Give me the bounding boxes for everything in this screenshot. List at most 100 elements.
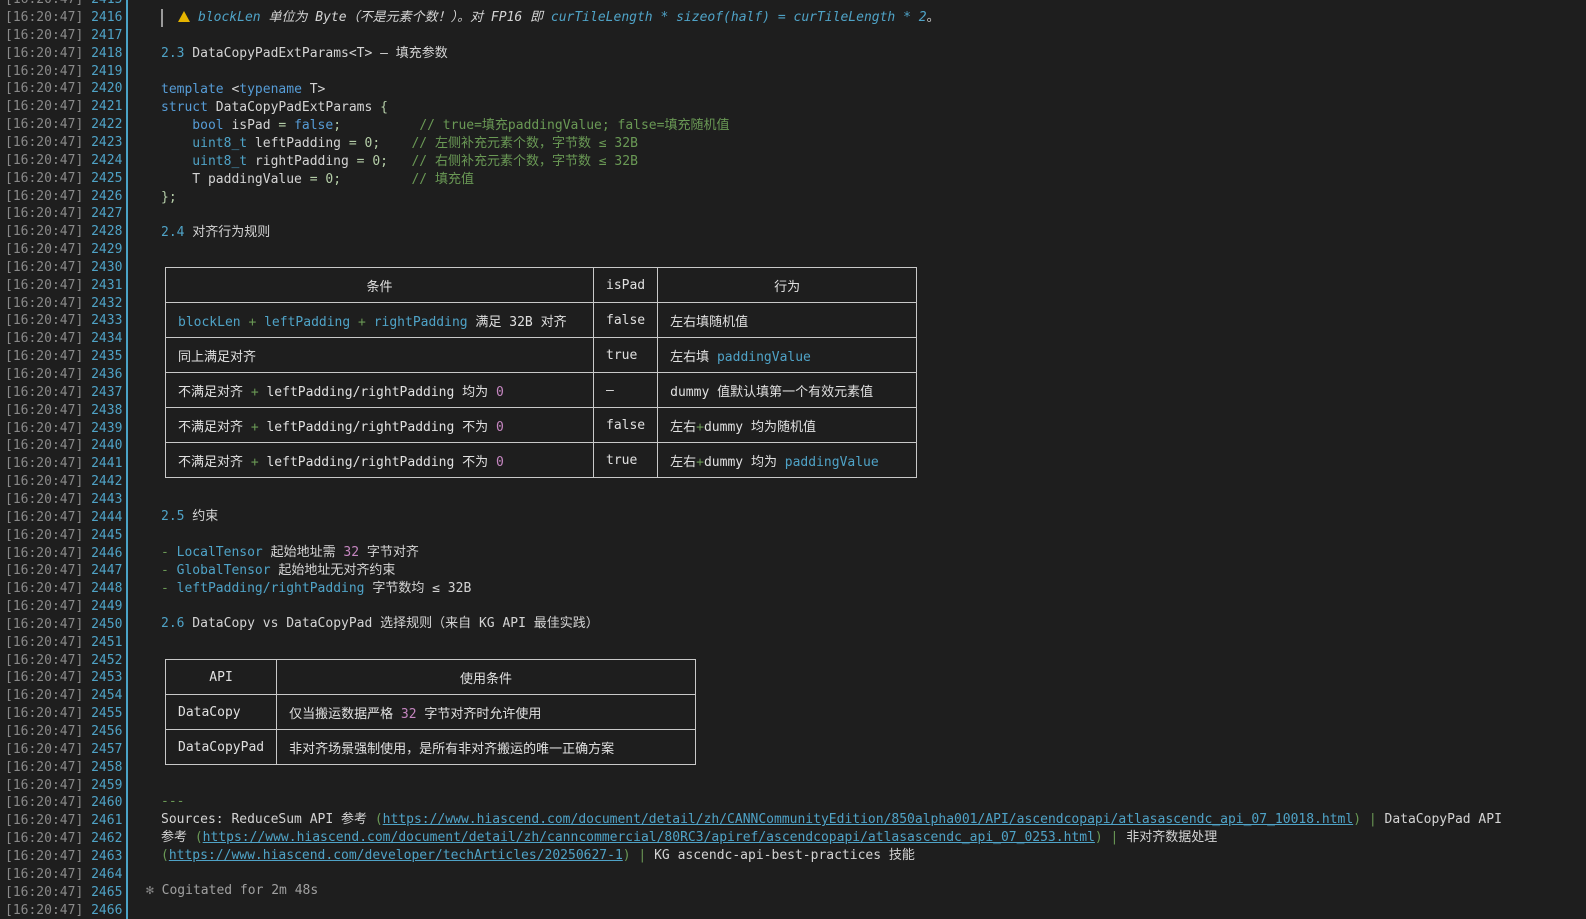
log-timestamp: [16:20:47] bbox=[5, 527, 84, 543]
code-token: false bbox=[294, 118, 334, 133]
line-number: 2425 bbox=[83, 170, 123, 186]
code-token: T> bbox=[301, 82, 326, 97]
table-cell: dummy 值默认填第一个有效元素值 bbox=[657, 372, 917, 408]
gutter-line: [16:20:47] 2433 bbox=[5, 312, 122, 330]
quote-bar bbox=[161, 9, 163, 27]
table-header: 使用条件 bbox=[276, 659, 696, 695]
gutter-line: [16:20:47] 2427 bbox=[5, 205, 122, 223]
cell-text: 字节对齐时允许使用 bbox=[416, 706, 542, 722]
log-timestamp: [16:20:47] bbox=[5, 349, 84, 365]
section-title: DataCopyPadExtParams<T> — 填充参数 bbox=[184, 46, 448, 61]
line-number: 2429 bbox=[83, 242, 123, 258]
line-number: 2419 bbox=[83, 63, 123, 79]
code-token: 0 bbox=[495, 384, 504, 400]
line-number: 2441 bbox=[83, 456, 123, 472]
log-timestamp: [16:20:47] bbox=[5, 634, 84, 650]
line-number: 2426 bbox=[83, 188, 123, 204]
section-2-4-heading: 2.4 对齐行为规则 bbox=[161, 224, 270, 242]
table-header: isPad bbox=[592, 267, 659, 303]
source-link[interactable]: https://www.hiascend.com/document/detail… bbox=[383, 812, 1354, 827]
section-title: DataCopy vs DataCopyPad 选择规则（来自 KG API 最… bbox=[184, 616, 599, 631]
code-token: + bbox=[250, 384, 259, 400]
code-token: isPad bbox=[223, 118, 279, 133]
code-token: uint8_t bbox=[161, 154, 248, 169]
log-timestamp: [16:20:47] bbox=[5, 777, 84, 793]
code-token: leftPadding bbox=[264, 314, 351, 330]
line-number: 2448 bbox=[83, 581, 123, 597]
gutter-line: [16:20:47] 2417 bbox=[5, 27, 122, 45]
code-line-6: T paddingValue = 0; // 填充值 bbox=[161, 171, 474, 189]
line-number: 2416 bbox=[83, 10, 123, 25]
gutter-line: [16:20:47] 2430 bbox=[5, 259, 122, 277]
log-timestamp: [16:20:47] bbox=[5, 616, 84, 632]
line-number: 2465 bbox=[83, 884, 123, 900]
code-token: = 0; bbox=[356, 154, 388, 169]
code-comment: // 右侧补充元素个数，字节数 ≤ 32B bbox=[387, 154, 638, 169]
source-link[interactable]: https://www.hiascend.com/document/detail… bbox=[203, 830, 1095, 845]
line-number: 2452 bbox=[83, 652, 123, 668]
line-number: 2456 bbox=[83, 724, 123, 739]
code-token: template bbox=[161, 82, 224, 97]
gutter-line: [16:20:47] 2432 bbox=[5, 295, 122, 313]
horizontal-rule: --- bbox=[161, 794, 185, 809]
gutter-line: [16:20:47] 2440 bbox=[5, 437, 122, 455]
cell-text: leftPadding/rightPadding 均为 bbox=[258, 384, 496, 400]
line-number: 2463 bbox=[83, 848, 123, 864]
gutter-line: [16:20:47] 2428 bbox=[5, 223, 122, 241]
list-item: - GlobalTensor 起始地址无对齐约束 bbox=[161, 562, 395, 580]
log-timestamp: [16:20:47] bbox=[5, 313, 84, 329]
code-token: + bbox=[696, 419, 704, 435]
log-timestamp: [16:20:47] bbox=[5, 0, 83, 7]
code-token: T paddingValue bbox=[161, 172, 310, 187]
section-number: 2.4 bbox=[161, 225, 185, 240]
sources-line-2: 参考 (https://www.hiascend.com/document/de… bbox=[161, 829, 1217, 847]
log-timestamp: [16:20:47] bbox=[5, 795, 84, 811]
table-cell: true bbox=[592, 442, 659, 478]
gutter-line: [16:20:47] 2426 bbox=[5, 188, 122, 206]
log-timestamp: [16:20:47] bbox=[5, 27, 84, 43]
gutter-line: [16:20:47] 2456 bbox=[5, 723, 122, 741]
table-cell: 左右填 paddingValue bbox=[657, 337, 917, 373]
table-row: blockLen + leftPadding + rightPadding 满足… bbox=[165, 302, 917, 338]
log-timestamp: [16:20:47] bbox=[5, 152, 84, 168]
gutter-line: [16:20:47] 2443 bbox=[5, 491, 122, 509]
terminal-window: [16:20:47] 2415[16:20:47] 2416[16:20:47]… bbox=[0, 0, 1586, 919]
table-header: 行为 bbox=[657, 267, 917, 303]
code-comment: // 填充值 bbox=[341, 172, 474, 187]
line-number: 2453 bbox=[83, 670, 123, 686]
log-timestamp: [16:20:47] bbox=[5, 277, 84, 293]
line-number: 2454 bbox=[83, 688, 123, 704]
log-timestamp: [16:20:47] bbox=[5, 170, 84, 186]
line-number: 2433 bbox=[83, 313, 123, 329]
code-token: { bbox=[380, 100, 388, 115]
line-number: 2423 bbox=[83, 134, 123, 150]
separator: | bbox=[1361, 812, 1385, 827]
log-timestamp: [16:20:47] bbox=[5, 474, 84, 490]
line-number: 2447 bbox=[83, 563, 123, 579]
cell-text: leftPadding/rightPadding 不为 bbox=[258, 454, 496, 470]
table-cell: 仅当搬运数据严格 32 字节对齐时允许使用 bbox=[276, 694, 696, 730]
cell-text: 不满足对齐 bbox=[178, 419, 251, 435]
list-bullet: - bbox=[161, 581, 177, 596]
gutter-line: [16:20:47] 2461 bbox=[5, 812, 122, 830]
warning-text: 单位为 Byte（不是元素个数！）。对 FP16 即 bbox=[260, 10, 551, 25]
source-title: 非对齐数据处理 bbox=[1126, 830, 1218, 845]
api-selection-table: API 使用条件 DataCopy 仅当搬运数据严格 32 字节对齐时允许使用 … bbox=[164, 659, 696, 765]
cell-text: 左右 bbox=[670, 419, 697, 435]
list-text: 起始地址需 bbox=[262, 545, 344, 560]
gutter-line: [16:20:47] 2438 bbox=[5, 402, 122, 420]
status-line: ✻ Cogitated for 2m 48s bbox=[146, 882, 318, 900]
source-link[interactable]: https://www.hiascend.com/developer/techA… bbox=[169, 848, 623, 863]
table-cell: 左右填随机值 bbox=[657, 302, 917, 338]
line-number: 2424 bbox=[83, 152, 123, 168]
list-bullet: - bbox=[161, 545, 177, 560]
gutter-line: [16:20:47] 2455 bbox=[5, 705, 122, 723]
table-row: 不满足对齐 + leftPadding/rightPadding 不为 0 fa… bbox=[165, 407, 917, 443]
line-number: 2450 bbox=[83, 616, 123, 632]
cell-text: 左右填随机值 bbox=[670, 314, 749, 330]
code-token: struct bbox=[161, 100, 208, 115]
section-number: 2.3 bbox=[161, 46, 185, 61]
table-cell: false bbox=[592, 407, 659, 443]
log-timestamp: [16:20:47] bbox=[5, 331, 84, 347]
gutter-line: [16:20:47] 2462 bbox=[5, 830, 122, 848]
